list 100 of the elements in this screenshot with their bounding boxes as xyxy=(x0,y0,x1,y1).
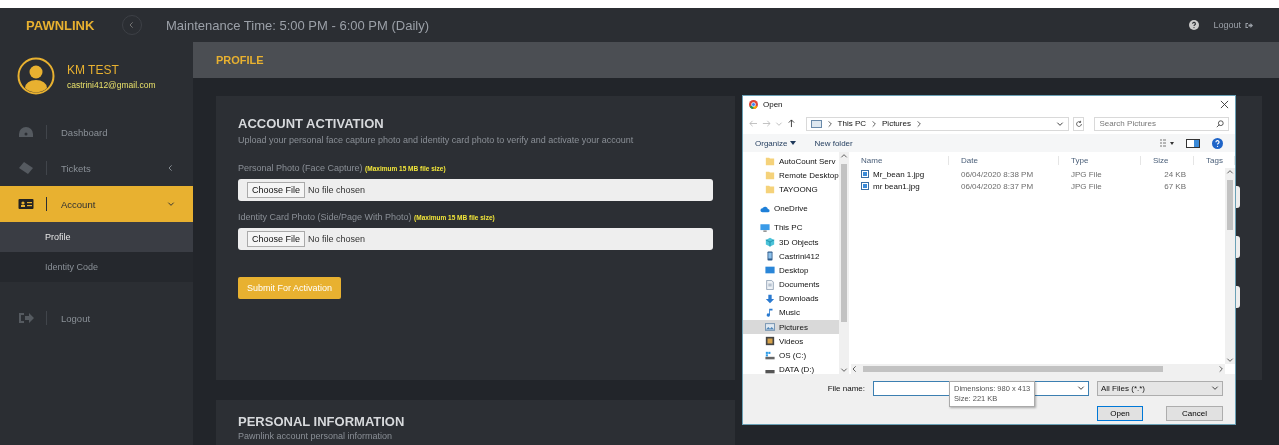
chevron-icon xyxy=(128,21,136,29)
nav-pane-item[interactable]: OneDrive xyxy=(743,201,839,216)
dialog-title: Open xyxy=(763,100,783,109)
column-header[interactable]: Type xyxy=(1059,155,1141,165)
nav-pane-item[interactable]: Documents xyxy=(743,277,839,292)
nav-pane-item[interactable]: Remote Desktop xyxy=(743,168,839,183)
film-icon xyxy=(765,336,775,347)
file-input[interactable]: Choose File No file chosen xyxy=(238,179,713,201)
cube-icon xyxy=(765,237,775,248)
user-name: KM TEST xyxy=(67,62,120,77)
chevron-icon xyxy=(1077,384,1085,393)
section-title: PERSONAL INFORMATION xyxy=(238,414,406,429)
dialog-button[interactable]: Open xyxy=(1097,406,1143,422)
up-arrow-icon[interactable] xyxy=(786,119,796,128)
toolbar-button[interactable]: New folder xyxy=(814,138,853,148)
view-options-icon[interactable] xyxy=(1160,138,1174,148)
image-file-icon xyxy=(861,182,869,190)
nav-pane-item[interactable]: This PC xyxy=(743,220,839,235)
browser-logo-icon xyxy=(749,100,758,109)
nav-pane-item[interactable]: AutoCount Serv xyxy=(743,154,839,169)
page-title: PROFILE xyxy=(193,42,1279,78)
file-input[interactable]: Choose File No file chosen xyxy=(238,228,713,250)
search-field[interactable]: Search Pictures xyxy=(1094,116,1229,131)
nav-pane-item[interactable]: Music xyxy=(743,305,839,321)
ticket-icon xyxy=(18,162,34,174)
column-header[interactable]: Date xyxy=(949,155,1059,165)
help-icon[interactable] xyxy=(1189,20,1200,30)
phone-icon xyxy=(765,251,775,262)
nav-pane-item[interactable]: Videos xyxy=(743,334,839,349)
sidebar-item[interactable]: Tickets xyxy=(0,150,193,186)
field-label: Personal Photo (Face Capture) xyxy=(238,163,363,173)
choose-file-button[interactable]: Choose File xyxy=(247,231,306,247)
column-header[interactable]: Size xyxy=(1141,155,1194,165)
picture-icon xyxy=(765,322,775,333)
sidebar-item[interactable]: Account xyxy=(0,186,193,222)
address-bar[interactable]: This PC Pictures xyxy=(805,116,1069,131)
field-label: Identity Card Photo (Side/Page With Photo) xyxy=(238,212,412,222)
search-icon xyxy=(1216,119,1224,128)
nav-pane-item[interactable]: Castrini412 xyxy=(743,249,839,264)
desktop-icon xyxy=(765,265,775,276)
nav-pane-item[interactable]: Pictures xyxy=(743,320,839,335)
image-file-icon xyxy=(861,170,869,178)
logout-link[interactable]: Logout xyxy=(1213,20,1253,30)
column-header[interactable]: Tags xyxy=(1194,155,1235,165)
nav-pane-item[interactable]: OS (C:) xyxy=(743,348,839,363)
file-type: JPG File xyxy=(1070,169,1103,179)
file-name-label: File name: xyxy=(827,383,865,393)
maintenance-notice: Maintenance Time: 5:00 PM - 6:00 PM (Daily) xyxy=(166,17,429,33)
folder-icon xyxy=(765,156,775,167)
folder-icon xyxy=(765,170,775,181)
sidebar-item[interactable]: Dashboard xyxy=(0,114,193,150)
chevron-icon xyxy=(1055,119,1064,128)
nav-pane-item[interactable]: DATA (D:) xyxy=(743,362,839,374)
logout-icon xyxy=(1245,21,1253,29)
chevron-icon xyxy=(167,164,175,172)
chevron-icon xyxy=(774,119,783,128)
nav-pane-item[interactable]: Desktop xyxy=(743,263,839,278)
preview-pane-icon[interactable] xyxy=(1186,138,1200,148)
logout-icon xyxy=(18,312,34,324)
sidebar-subitem[interactable]: Profile xyxy=(0,222,193,252)
dialog-button[interactable]: Cancel xyxy=(1166,406,1223,422)
file-name[interactable]: mr bean1.jpg xyxy=(849,181,949,191)
file-status: No file chosen xyxy=(308,234,366,244)
refresh-button[interactable] xyxy=(1072,116,1085,131)
document-icon xyxy=(765,279,775,290)
avatar-icon xyxy=(17,57,55,95)
download-arrow-icon xyxy=(765,293,775,304)
chevron-icon xyxy=(1226,168,1234,176)
file-size: 67 KB xyxy=(1163,181,1187,191)
file-size: 24 KB xyxy=(1163,169,1187,179)
chevron-icon xyxy=(840,152,848,160)
section-subtitle: Pawnlink account personal information xyxy=(238,431,394,441)
file-date: 06/04/2020 8:37 PM xyxy=(960,181,1035,191)
section-title: ACCOUNT ACTIVATION xyxy=(238,116,385,131)
column-header[interactable]: Name xyxy=(849,155,949,165)
sidebar-item[interactable]: Logout xyxy=(0,300,193,336)
nav-pane-item[interactable]: Downloads xyxy=(743,291,839,306)
refresh-icon xyxy=(1074,119,1083,128)
chevron-icon xyxy=(914,119,923,128)
scrollbar[interactable] xyxy=(851,364,1225,374)
close-icon[interactable] xyxy=(1220,100,1229,109)
computer-icon xyxy=(760,222,770,233)
music-note-icon xyxy=(765,307,775,318)
sidebar-subitem[interactable]: Identity Code xyxy=(0,252,193,282)
user-email: castrini412@gmail.com xyxy=(67,79,156,90)
brand-logo[interactable]: PAWNLINK xyxy=(26,17,122,33)
scrollbar[interactable] xyxy=(839,152,849,374)
file-name[interactable]: Mr_bean 1.jpg xyxy=(849,169,949,179)
help-icon[interactable] xyxy=(1212,137,1223,149)
toolbar-button[interactable]: Organize xyxy=(755,138,797,148)
file-status: No file chosen xyxy=(308,185,366,195)
file-type-dropdown[interactable]: All Files (*.*) xyxy=(1097,380,1223,396)
file-date: 06/04/2020 8:38 PM xyxy=(960,169,1035,179)
id-card-icon xyxy=(18,198,34,210)
nav-pane-item[interactable]: TAYOONG xyxy=(743,182,839,197)
nav-pane-item[interactable]: 3D Objects xyxy=(743,234,839,250)
folder-icon xyxy=(765,184,775,195)
scrollbar[interactable] xyxy=(1225,168,1235,364)
choose-file-button[interactable]: Choose File xyxy=(247,182,306,198)
picture-icon xyxy=(810,119,822,128)
